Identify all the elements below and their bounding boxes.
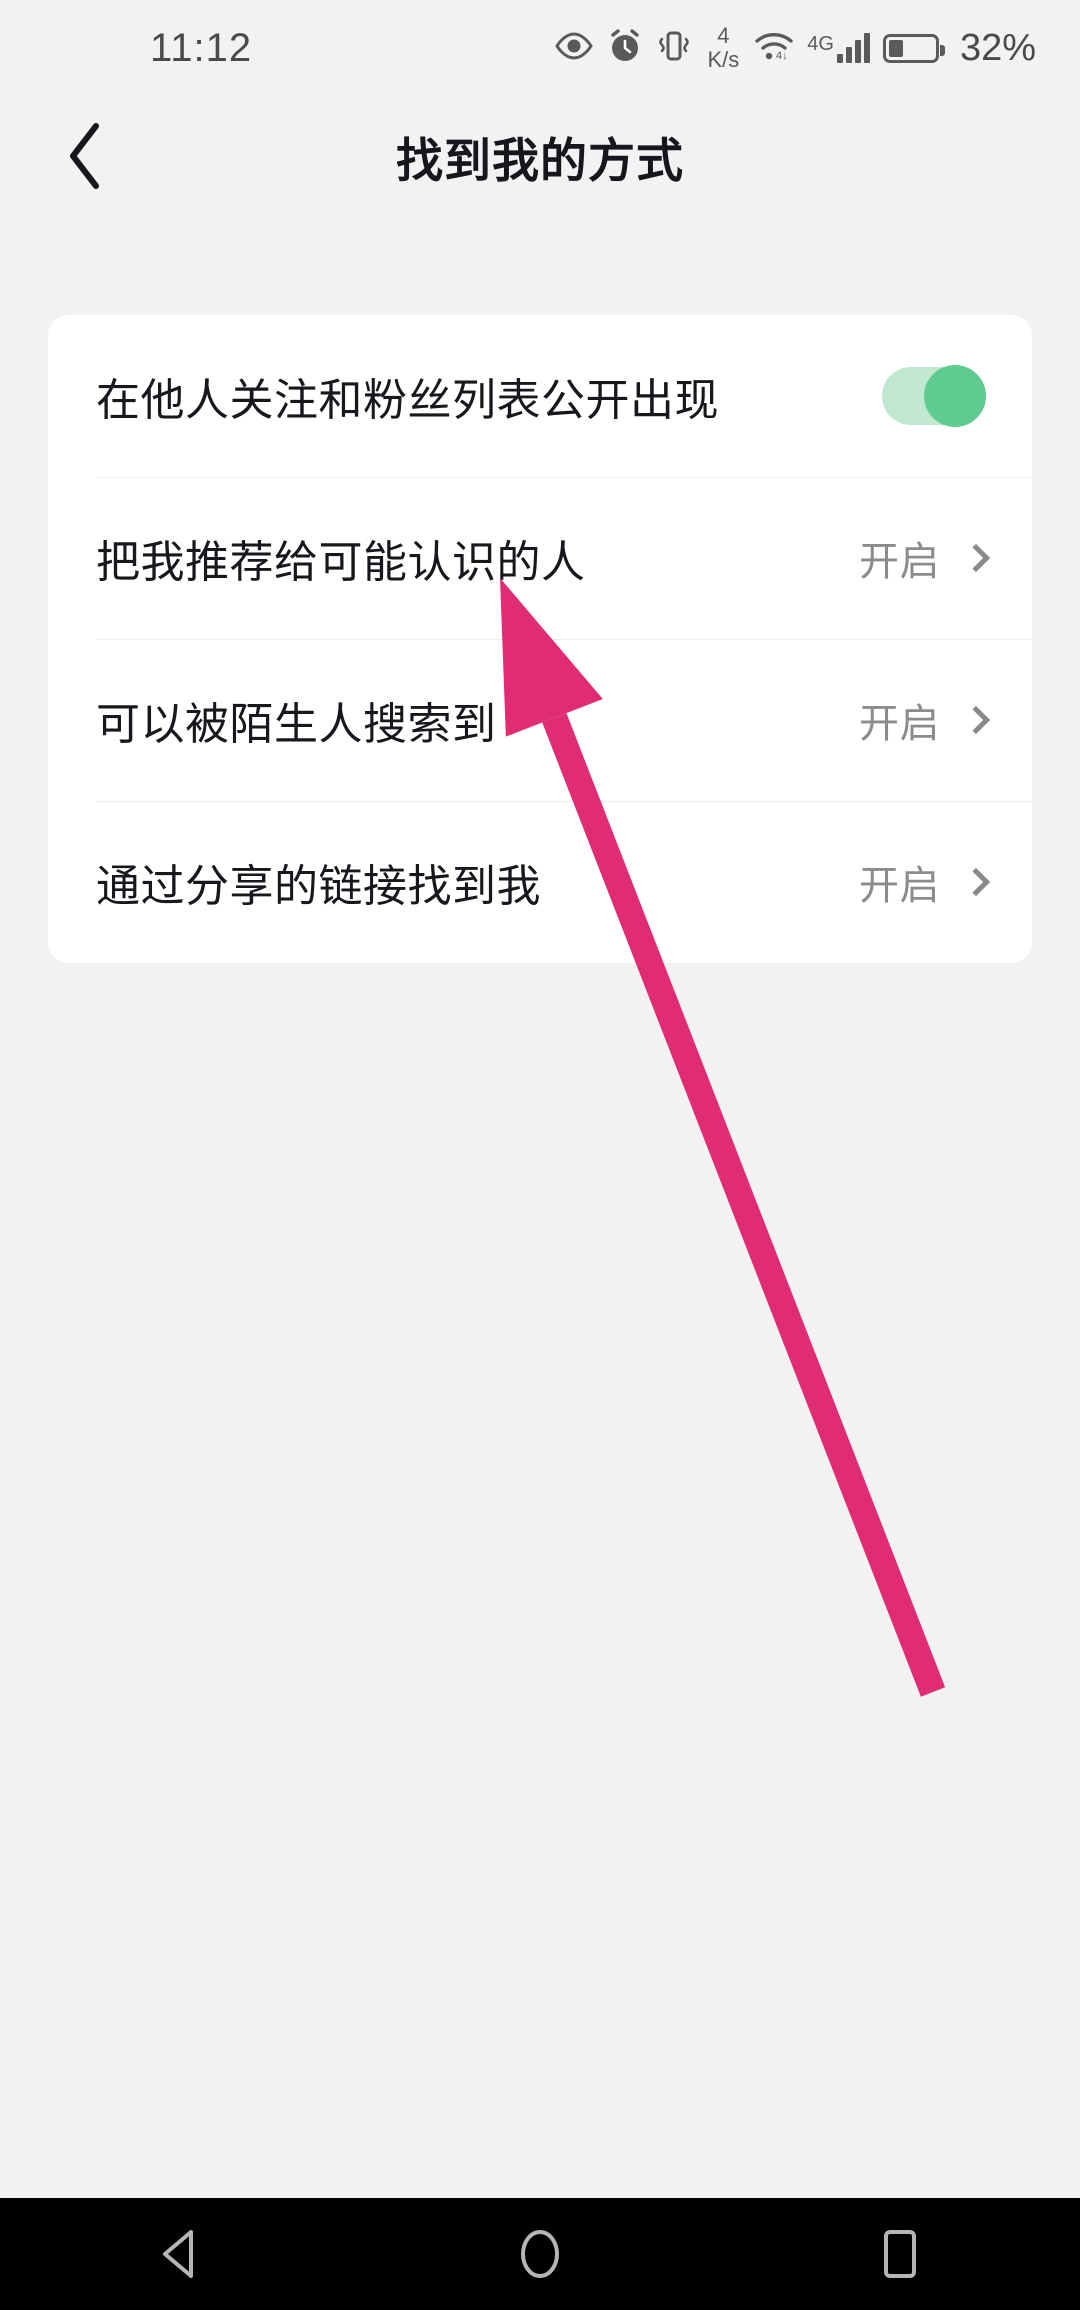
nav-recents-icon [884,2230,916,2278]
chevron-right-icon [961,867,991,897]
nav-recents-button[interactable] [800,2198,1000,2310]
settings-row-find-me-via-shared-link[interactable]: 通过分享的链接找到我 开启 [48,801,1032,963]
network-speed-unit: K/s [707,47,740,72]
settings-row-searchable-by-strangers[interactable]: 可以被陌生人搜索到 开启 [48,639,1032,801]
toggle-knob [924,365,986,427]
row-label: 可以被陌生人搜索到 [96,700,497,749]
alarm-icon [607,28,643,69]
wifi-icon: 4↓ [754,31,794,66]
nav-home-button[interactable] [440,2198,640,2310]
status-bar-clock: 11:12 [150,25,253,70]
app-header: 找到我的方式 [0,96,1080,216]
battery-icon [882,33,945,63]
row-control: 开启 [859,853,991,911]
settings-row-public-in-follow-lists[interactable]: 在他人关注和粉丝列表公开出现 [48,315,1032,477]
chevron-right-icon [961,543,991,573]
battery-fill [888,39,904,57]
network-speed-indicator: 4 K/s [707,25,739,71]
row-value: 开启 [859,540,940,584]
status-bar: 11:12 4 K/s 4↓ 4G 32% [0,0,1080,96]
vibrate-icon [656,29,692,68]
row-control: 开启 [859,691,991,749]
toggle-switch[interactable] [882,365,986,427]
chevron-right-icon [961,705,991,735]
row-value: 开启 [859,702,940,746]
row-label: 在他人关注和粉丝列表公开出现 [96,376,719,425]
battery-percentage: 32% [959,26,1036,69]
page-title: 找到我的方式 [396,133,684,187]
status-bar-icons: 4 K/s 4↓ 4G 32% [554,25,1036,71]
row-label: 通过分享的链接找到我 [96,862,541,911]
svg-text:4↓: 4↓ [776,50,788,61]
nav-home-icon [521,2230,559,2278]
row-control: 开启 [859,529,991,587]
settings-card: 在他人关注和粉丝列表公开出现 把我推荐给可能认识的人 开启 可以被陌生人搜索到 … [48,315,1032,963]
nav-back-button[interactable] [80,2198,280,2310]
row-label: 把我推荐给可能认识的人 [96,538,586,587]
row-control [882,365,986,427]
network-speed-value: 4 [717,23,730,48]
eye-icon [554,31,594,65]
nav-back-icon [163,2230,193,2278]
android-navigation-bar [0,2198,1080,2310]
settings-row-recommend-to-people-you-may-know[interactable]: 把我推荐给可能认识的人 开启 [48,477,1032,639]
mobile-network-label: 4G [807,33,834,55]
row-value: 开启 [859,864,940,908]
mobile-signal-icon: 4G [807,33,870,63]
signal-bars [836,33,870,63]
